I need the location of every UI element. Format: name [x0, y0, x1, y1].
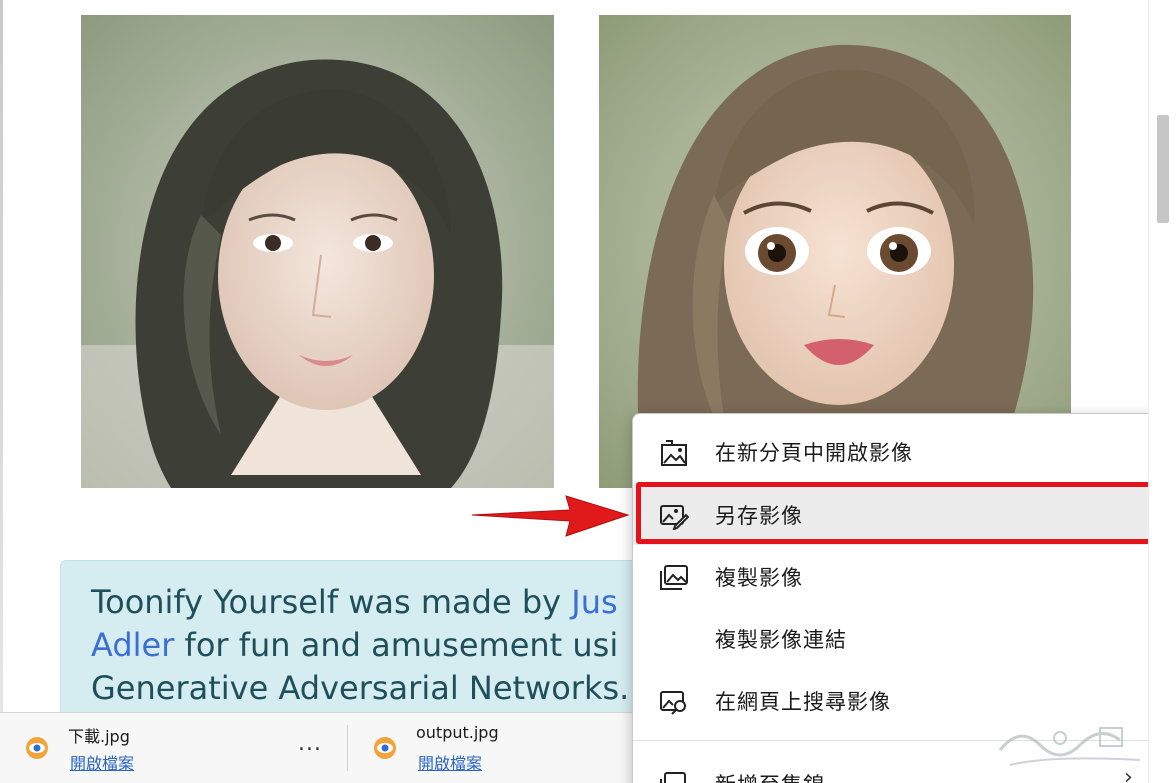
menu-copy-image-link[interactable]: 複製影像連結 [633, 607, 1176, 669]
pointer-arrow-icon [471, 495, 630, 537]
menu-item-label: 在新分頁中開啟影像 [715, 441, 913, 465]
vertical-scrollbar[interactable] [1148, 0, 1176, 783]
more-options-button[interactable]: ... [298, 731, 322, 756]
watermark-logo [998, 727, 1141, 766]
image-file-icon [26, 737, 48, 759]
open-file-link[interactable]: 開啟檔案 [70, 750, 134, 774]
scrollbar-thumb[interactable] [1157, 115, 1169, 223]
save-image-highlight [636, 482, 1170, 544]
open-image-new-tab-icon [661, 440, 687, 466]
menu-item-label: 複製影像連結 [715, 628, 847, 652]
author-link-1[interactable]: Jus [571, 583, 617, 621]
search-image-icon [660, 691, 686, 715]
menu-item-label: 在網頁上搜尋影像 [715, 690, 891, 714]
download-item[interactable]: output.jpg 開啟檔案 [348, 713, 648, 783]
menu-item-label: 複製影像 [715, 566, 803, 590]
add-to-collections-icon [660, 772, 686, 783]
menu-item-label: 新增至集錦 [715, 769, 825, 783]
info-line-1-text: Toonify Yourself was made by [91, 583, 572, 621]
browser-page: Toonify Yourself was made by Jus Adler f… [0, 0, 1176, 783]
window-edge [0, 0, 3, 783]
download-shelf: 下載.jpg 開啟檔案 ... output.jpg 開啟檔案 [0, 712, 660, 783]
menu-copy-image[interactable]: 複製影像 [633, 545, 1176, 607]
author-link-2[interactable]: Adler [91, 626, 174, 664]
original-photo[interactable] [81, 15, 554, 488]
image-file-icon [374, 737, 396, 759]
menu-open-image-new-tab[interactable]: 在新分頁中開啟影像 [633, 420, 1176, 482]
download-filename: 下載.jpg [68, 727, 130, 746]
open-file-link[interactable]: 開啟檔案 [418, 750, 482, 774]
info-line-2-text: for fun and amusement usi [174, 626, 619, 664]
download-item[interactable]: 下載.jpg 開啟檔案 ... [0, 713, 346, 783]
download-filename: output.jpg [416, 723, 499, 742]
copy-image-icon [660, 565, 688, 590]
